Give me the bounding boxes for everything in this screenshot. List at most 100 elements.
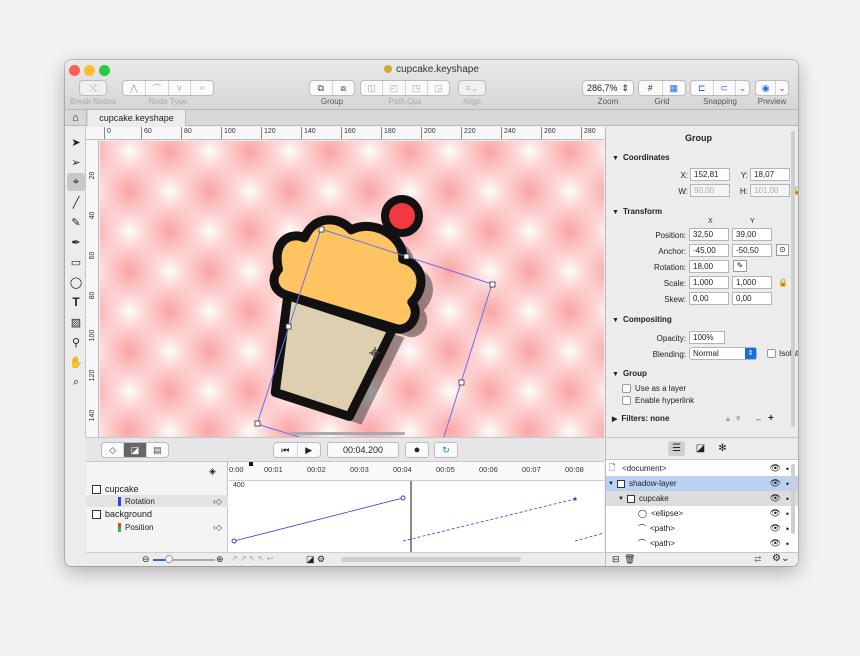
grid-segment[interactable]: # ▦ (638, 80, 686, 96)
visibility-eye-icon[interactable]: 👁 (770, 478, 781, 489)
add-filter-icon[interactable]: + (768, 413, 774, 424)
lock-dot-icon[interactable]: • (786, 494, 789, 504)
layers-list-icon[interactable]: ☰ (668, 441, 685, 456)
layers-scrollbar[interactable] (791, 464, 795, 534)
image-tool-icon[interactable]: ▨ (67, 313, 85, 331)
blending-select[interactable]: Normal ⇕ (689, 347, 757, 360)
snapping-segment[interactable]: ⊏ ⊂ ⌄ (690, 80, 750, 96)
record-icon[interactable]: ● (405, 442, 429, 458)
preview-globe-icon[interactable]: ◉ (756, 81, 777, 95)
align-button[interactable]: ≡⌄ (458, 80, 486, 96)
chevron-down-icon[interactable]: ⌄ (776, 81, 788, 95)
disclosure-triangle-icon[interactable]: ▼ (608, 481, 614, 487)
lock-dot-icon[interactable]: • (786, 524, 789, 534)
pixel-grid-icon[interactable]: ▦ (663, 81, 686, 95)
group-segment[interactable]: ⧉ ⧈ (309, 80, 355, 96)
remove-filter-icon[interactable]: – (756, 414, 761, 424)
lock-dot-icon[interactable]: • (786, 539, 789, 549)
track-row[interactable]: background (86, 508, 228, 520)
break-nodes-button[interactable]: ⤭ (79, 80, 107, 96)
skew-y-field[interactable]: 0,00 (732, 292, 772, 305)
list-mode-icon[interactable]: ▤ (147, 443, 168, 457)
intersect-icon[interactable]: ◳ (406, 81, 428, 95)
easing-tools-icon[interactable]: ↗ ↗ ↖ ↖ ↩ (231, 554, 273, 563)
snap-magnet-icon[interactable]: ⊂ (714, 81, 737, 95)
time-display[interactable]: 00:04.200 (327, 442, 399, 458)
zoom-out-icon[interactable]: ⊖ (142, 554, 150, 565)
h-field[interactable]: 101,00 (750, 184, 790, 197)
transform-section[interactable]: ▼ Transform (612, 207, 662, 216)
auto-node-icon[interactable]: ≈ (191, 81, 213, 95)
skew-x-field[interactable]: 0,00 (689, 292, 729, 305)
rectangle-tool-icon[interactable]: ▭ (67, 253, 85, 271)
enable-hyperlink-checkbox[interactable] (622, 396, 631, 405)
scale-x-field[interactable]: 1,000 (689, 276, 729, 289)
layer-row[interactable]: ▼ cupcake 👁 • (606, 491, 798, 506)
assets-icon[interactable]: ◪ (692, 441, 709, 456)
transport-segment[interactable]: ⏮ ▶ (273, 442, 321, 458)
anchor-x-field[interactable]: -45,00 (689, 244, 729, 257)
preview-segment[interactable]: ◉ ⌄ (755, 80, 789, 96)
new-group-icon[interactable]: ⊟ (612, 554, 620, 565)
node-type-segment[interactable]: ⋀ ⌒ ⋎ ≈ (122, 80, 214, 96)
node-tool-icon[interactable]: ⌖ (67, 173, 85, 191)
resize-handle[interactable] (318, 226, 325, 233)
property-row[interactable]: Position ‹◇ (86, 521, 228, 533)
ellipse-tool-icon[interactable]: ◯ (67, 273, 85, 291)
position-x-field[interactable]: 32,50 (689, 228, 729, 241)
layer-row[interactable]: ⌒ <path> 👁 • (606, 536, 798, 551)
layer-row[interactable]: ⌒ <path> 👁 • (606, 521, 798, 536)
cupcake-cherry[interactable] (381, 195, 423, 237)
filter-reorder-icon[interactable]: ▲ ▼ (724, 414, 742, 423)
smooth-node-icon[interactable]: ⌒ (146, 81, 169, 95)
anchor-y-field[interactable]: -50,50 (732, 244, 772, 257)
zoom-slider-knob[interactable] (165, 555, 173, 563)
grid-icon[interactable]: # (639, 81, 663, 95)
visibility-eye-icon[interactable]: 👁 (770, 463, 781, 474)
home-icon[interactable]: ⌂ (65, 110, 87, 126)
path-ops-segment[interactable]: ◫ ◰ ◳ ◲ (360, 80, 450, 96)
resize-handle[interactable] (254, 420, 261, 427)
opacity-field[interactable]: 100% (689, 331, 725, 344)
visibility-eye-icon[interactable]: 👁 (770, 493, 781, 504)
pen-tool-icon[interactable]: ✒ (67, 233, 85, 251)
keyframe-nav-icon[interactable]: ‹◇ (213, 497, 222, 506)
resize-handle[interactable] (285, 323, 292, 330)
isolate-checkbox[interactable] (767, 349, 776, 358)
exclude-icon[interactable]: ◲ (428, 81, 449, 95)
use-as-layer-checkbox[interactable] (622, 384, 631, 393)
property-row[interactable]: Rotation ‹◇ (86, 495, 228, 507)
track-row[interactable]: cupcake (86, 483, 228, 495)
ungroup-icon[interactable]: ⧈ (333, 81, 355, 95)
cupcake-artwork[interactable] (100, 141, 604, 437)
keyframe-point[interactable] (231, 538, 237, 544)
resize-handle[interactable] (489, 281, 496, 288)
visibility-eye-icon[interactable]: 👁 (770, 523, 781, 534)
pencil-tool-icon[interactable]: ✎ (67, 213, 85, 231)
visibility-eye-icon[interactable]: 👁 (770, 538, 781, 549)
group-section[interactable]: ▼ Group (612, 369, 647, 378)
lock-icon[interactable]: 🔒 (778, 278, 788, 287)
drawing-canvas[interactable] (100, 141, 604, 437)
compositing-section[interactable]: ▼ Compositing (612, 315, 672, 324)
snap-objects-icon[interactable]: ⊏ (691, 81, 714, 95)
gear-icon[interactable]: ⚙⌄ (772, 553, 789, 564)
visibility-eye-icon[interactable]: 👁 (770, 508, 781, 519)
w-field[interactable]: 90,00 (690, 184, 730, 197)
timeline-mode-segment[interactable]: ◇ ◪ ▤ (101, 442, 169, 458)
graph-mode-icon[interactable]: ◪ (124, 443, 147, 457)
layer-row[interactable]: ▼ shadow-layer 👁 • (606, 476, 798, 491)
lock-dot-icon[interactable]: • (786, 509, 789, 519)
union-icon[interactable]: ◫ (361, 81, 384, 95)
direct-select-arrow-icon[interactable]: ➢ (67, 153, 85, 171)
skip-start-icon[interactable]: ⏮ (274, 443, 298, 457)
add-keyframe-icon[interactable]: ◈ (209, 466, 216, 477)
corner-node-icon[interactable]: ⋀ (123, 81, 146, 95)
resize-handle[interactable] (403, 253, 410, 260)
zoom-in-icon[interactable]: ⊕ (216, 554, 224, 565)
position-y-field[interactable]: 39,00 (732, 228, 772, 241)
scale-y-field[interactable]: 1,000 (732, 276, 772, 289)
subtract-icon[interactable]: ◰ (383, 81, 406, 95)
zoom-tool-icon[interactable]: ⌕ (67, 373, 85, 391)
rotation-field[interactable]: 18,00 (689, 260, 729, 273)
